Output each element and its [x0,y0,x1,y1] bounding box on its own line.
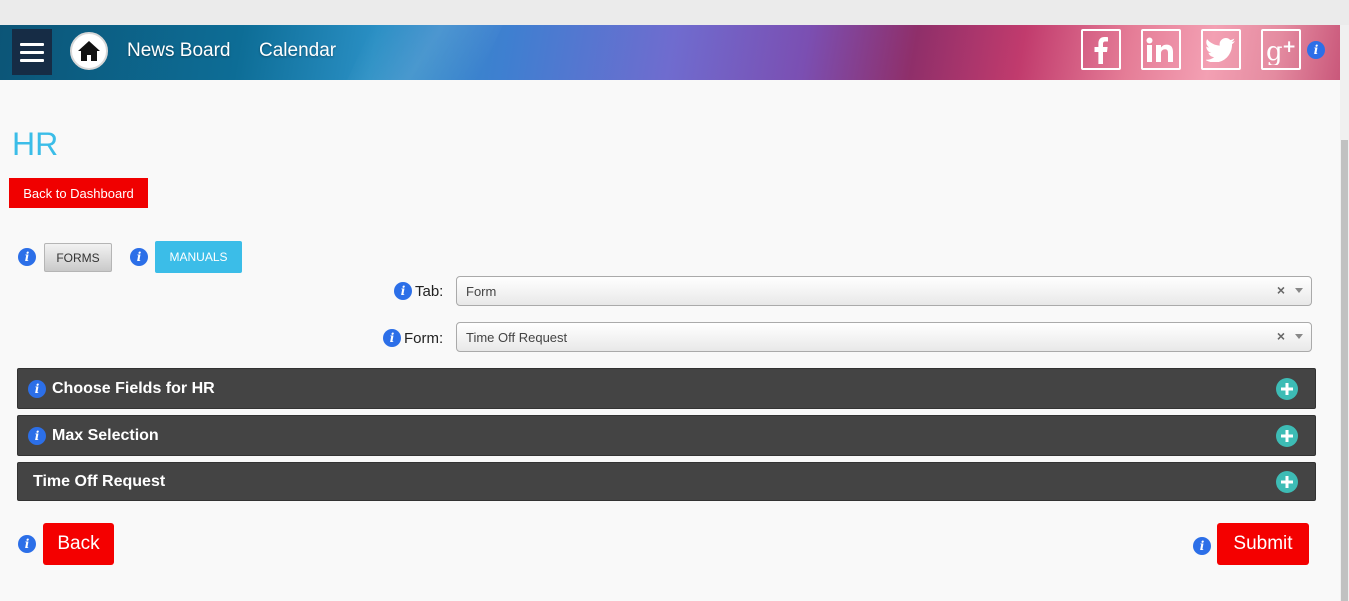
nav-link-calendar[interactable]: Calendar [259,40,336,62]
nav-link-news-board[interactable]: News Board [127,40,231,62]
svg-text:g: g [1266,37,1283,65]
expand-plus-icon[interactable] [1276,425,1298,447]
browser-top-strip [0,0,1349,25]
navbar-info-icon[interactable]: i [1307,41,1325,59]
page-title: HR [12,126,59,162]
twitter-button[interactable] [1201,29,1241,70]
expand-plus-icon[interactable] [1276,471,1298,493]
panel-max-selection[interactable]: i Max Selection [17,415,1316,456]
tab-forms[interactable]: FORMS [44,243,112,272]
submit-info-icon[interactable]: i [1193,537,1211,555]
home-button[interactable] [70,32,108,70]
submit-button[interactable]: Submit [1217,523,1309,565]
tab-field-label: i Tab: [394,282,443,300]
linkedin-icon [1146,37,1173,62]
scrollbar-thumb[interactable] [1341,140,1348,601]
form-label-text: Form: [404,329,444,347]
google-plus-icon: g + [1266,37,1296,65]
panel-choose-fields[interactable]: i Choose Fields for HR [17,368,1316,409]
page-scrollbar[interactable] [1340,25,1349,601]
top-navbar: News Board Calendar g + i [0,25,1341,80]
manuals-info-icon[interactable]: i [130,248,148,266]
facebook-icon [1094,36,1108,64]
panel-time-off-request[interactable]: Time Off Request [17,462,1316,501]
tab-select[interactable]: Form × [456,276,1312,306]
back-to-dashboard-button[interactable]: Back to Dashboard [9,178,148,208]
tab-select-value: Form [466,283,497,299]
tab-label-text: Tab: [415,282,444,300]
panel-title-choose-fields: Choose Fields for HR [52,379,215,397]
form-select-value: Time Off Request [466,329,568,345]
form-dropdown-arrow-icon[interactable] [1295,334,1303,339]
panel-title-time-off-request: Time Off Request [33,472,166,490]
twitter-icon [1206,37,1235,62]
tab-info-icon[interactable]: i [394,282,412,300]
tab-dropdown-arrow-icon[interactable] [1295,288,1303,293]
form-clear-icon[interactable]: × [1277,328,1285,344]
form-field-label: i Form: [383,329,443,347]
hamburger-menu-icon[interactable] [12,29,52,75]
forms-info-icon[interactable]: i [18,248,36,266]
max-selection-info-icon[interactable]: i [28,426,46,445]
navbar-sheen [347,25,503,80]
house-icon [78,41,100,61]
tab-manuals[interactable]: MANUALS [155,241,242,273]
back-button[interactable]: Back [43,523,114,565]
form-select[interactable]: Time Off Request × [456,322,1312,352]
svg-text:+: + [1282,37,1296,57]
linkedin-button[interactable] [1141,29,1181,70]
google-plus-button[interactable]: g + [1261,29,1301,70]
expand-plus-icon[interactable] [1276,378,1298,400]
back-info-icon[interactable]: i [18,535,36,553]
choose-fields-info-icon[interactable]: i [28,379,46,398]
panel-title-max-selection: Max Selection [52,426,159,444]
form-info-icon[interactable]: i [383,329,401,347]
tab-clear-icon[interactable]: × [1277,282,1285,298]
facebook-button[interactable] [1081,29,1121,70]
